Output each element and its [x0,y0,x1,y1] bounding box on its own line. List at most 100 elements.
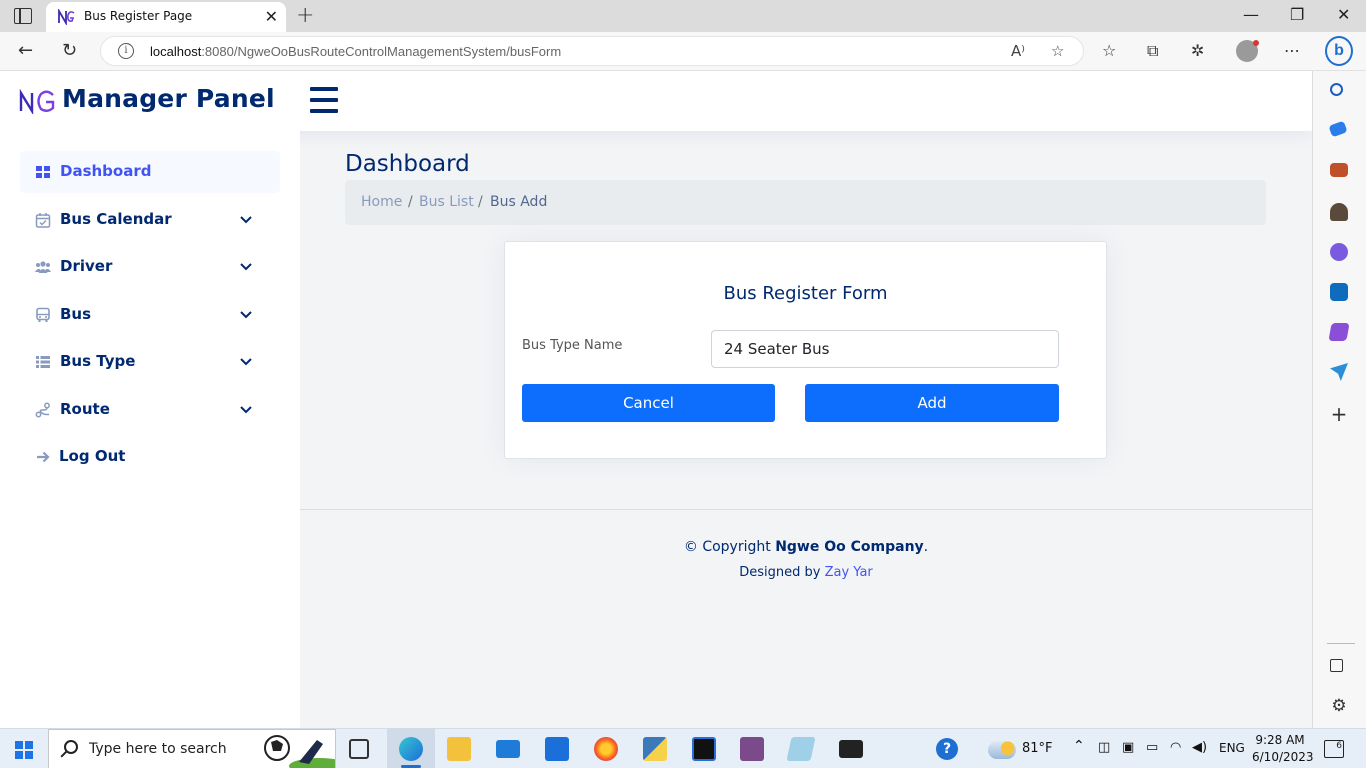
sidebar-item-route[interactable]: Route [20,389,280,431]
sidebar-item-bus-calendar[interactable]: Bus Calendar [20,199,280,241]
weather-temperature[interactable]: 81°F [1022,741,1053,756]
breadcrumb: Home / Bus List / Bus Add [345,180,1266,225]
search-icon[interactable] [1330,83,1343,96]
arrow-right-icon [37,451,50,463]
store-icon[interactable] [545,737,569,761]
site-info-icon[interactable]: i [118,43,134,59]
mail-icon[interactable] [496,740,520,758]
breadcrumb-bus-add: Bus Add [490,194,548,210]
minimize-icon[interactable]: — [1243,5,1259,24]
window-close-icon[interactable]: ✕ [1337,5,1350,24]
edge-browser-icon[interactable] [399,737,423,761]
clock-date: 6/10/2023 [1252,750,1314,764]
back-arrow-icon[interactable]: ← [18,40,33,61]
sidebar-item-dashboard[interactable]: Dashboard [20,151,280,193]
form-title: Bus Register Form [723,283,888,304]
shopping-tag-icon[interactable] [1328,120,1348,138]
tray-chevron-up-icon[interactable]: ⌃ [1073,738,1085,754]
task-view-icon[interactable] [349,739,369,759]
route-icon [35,402,50,418]
refresh-icon[interactable]: ↻ [62,40,77,61]
search-highlight-icon [264,735,335,768]
footer-credits: Designed by Zay Yar [739,565,873,580]
extensions-icon[interactable]: ✲ [1191,41,1204,60]
sidebar-item-logout[interactable]: Log Out [20,436,280,478]
screen-icon[interactable]: ▣ [1122,740,1134,755]
sidebar-item-label: Log Out [59,447,126,465]
python-icon[interactable] [643,737,667,761]
settings-gear-icon[interactable]: ⚙ [1330,697,1348,715]
battery-icon[interactable]: ▭ [1146,740,1158,755]
sidebar: Dashboard Bus Calendar Driver Bus Bus Ty… [0,131,300,728]
windows-start-icon[interactable] [15,741,33,759]
games-icon[interactable] [1330,203,1348,221]
logo-text[interactable]: Manager Panel [62,84,275,113]
tab-close-icon[interactable]: ✕ [265,7,278,26]
designer-icon[interactable] [1328,323,1350,341]
help-icon[interactable]: ? [936,738,958,760]
footer-copyright: © Copyright Ngwe Oo Company. [683,539,929,555]
intellij-icon[interactable] [692,737,716,761]
meet-now-icon[interactable]: ◫ [1098,740,1110,755]
read-aloud-icon[interactable]: A⁾ [1011,42,1025,60]
address-bar[interactable]: i localhost:8080/NgweOoBusRouteControlMa… [100,36,1084,66]
hide-sidebar-icon[interactable] [1330,659,1343,672]
sidebar-item-driver[interactable]: Driver [20,246,280,288]
page-title: Dashboard [345,151,470,177]
menu-toggle-icon[interactable] [310,87,338,113]
volume-icon[interactable]: ◀) [1192,740,1207,755]
firefox-icon[interactable] [594,737,618,761]
bus-type-name-label: Bus Type Name [522,338,623,353]
add-sidebar-app-icon[interactable]: + [1330,404,1348,424]
notification-center-icon[interactable]: 6 [1324,740,1344,758]
site-favicon-icon [58,9,75,25]
designer-link[interactable]: Zay Yar [825,565,873,580]
notepad-icon[interactable] [786,737,816,761]
bus-type-name-input[interactable]: 24 Seater Bus [711,330,1059,368]
main-content: Dashboard Home / Bus List / Bus Add Bus … [300,131,1312,728]
tab-actions-icon[interactable] [14,8,32,24]
weather-cloud-icon[interactable] [988,741,1016,759]
taskbar-clock[interactable]: 9:28 AM 6/10/2023 [1252,732,1314,766]
add-button[interactable]: Add [805,384,1059,422]
bing-chat-icon[interactable]: b [1325,36,1353,66]
language-indicator[interactable]: ENG [1219,741,1245,755]
list-icon [36,356,50,368]
tools-icon[interactable] [1330,163,1348,177]
profile-notification-dot [1253,40,1259,46]
wifi-icon[interactable]: ◠ [1170,740,1181,755]
outlook-icon[interactable] [1330,283,1348,301]
url-text[interactable]: localhost:8080/NgweOoBusRouteControlMana… [150,44,561,59]
breadcrumb-home[interactable]: Home [361,194,402,210]
favorite-star-icon[interactable]: ☆ [1051,42,1064,60]
grid-icon [36,166,50,178]
web-page: Manager Panel Dashboard Bus Calendar Dri… [0,71,1312,728]
collections-icon[interactable]: ⧉ [1147,41,1158,61]
cancel-button[interactable]: Cancel [522,384,775,422]
microsoft365-icon[interactable] [1330,243,1348,261]
file-explorer-icon[interactable] [447,737,471,761]
logo-icon [19,88,55,114]
game-app-icon[interactable] [740,737,764,761]
telegram-send-icon[interactable] [1330,363,1348,381]
footer-divider [300,509,1312,510]
windows-taskbar: Type here to search ? 81°F ⌃ ◫ ▣ ▭ ◠ ◀) … [0,728,1366,768]
sidebar-item-label: Bus Type [60,352,136,370]
sidebar-item-bus-type[interactable]: Bus Type [20,341,280,383]
browser-tab[interactable]: Bus Register Page ✕ [46,2,286,32]
mysql-workbench-icon[interactable] [839,740,863,758]
breadcrumb-bus-list[interactable]: Bus List [419,194,474,210]
page-header: Manager Panel [0,71,1312,131]
sidebar-item-bus[interactable]: Bus [20,294,280,336]
favorites-icon[interactable]: ☆ [1102,41,1116,60]
more-menu-icon[interactable]: ⋯ [1284,41,1300,60]
calendar-icon [35,213,51,228]
sidebar-item-label: Driver [60,257,113,275]
tab-title: Bus Register Page [84,9,193,23]
edge-sidebar: + ⚙ [1312,71,1366,728]
restore-icon[interactable]: ❐ [1290,5,1304,24]
taskbar-search-box[interactable]: Type here to search [48,729,336,768]
new-tab-icon[interactable]: + [296,3,314,28]
chevron-down-icon [240,216,252,224]
breadcrumb-separator: / [478,194,483,210]
